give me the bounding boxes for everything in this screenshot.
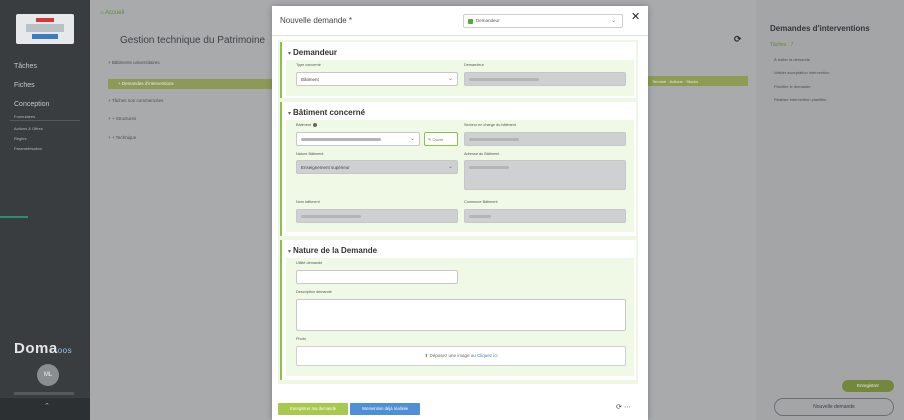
secteur-label: Secteur en charge du bâtiment	[464, 123, 516, 127]
info-icon	[312, 123, 317, 127]
sidebar-collapse-bar[interactable]: ⌃	[0, 398, 90, 420]
section-title[interactable]: ▾ Bâtiment concerné	[288, 108, 365, 117]
adresse-field	[464, 160, 626, 190]
edit-icon: ✎	[428, 137, 432, 142]
close-icon[interactable]: ✕	[631, 12, 640, 23]
section-nature: ▾ Nature de la Demande Utilité demande De…	[280, 240, 636, 380]
utilite-input[interactable]	[296, 270, 458, 284]
tree-item[interactable]: + Tâches non commencées	[108, 98, 163, 103]
brand-logo: Domaoos	[14, 340, 73, 357]
adresse-label: Adresse du Bâtiment	[464, 152, 500, 156]
sidebar-item-fiches[interactable]: Fiches	[14, 82, 35, 89]
tree-item[interactable]: + + Structures	[108, 116, 136, 121]
sidebar-username-placeholder	[14, 392, 74, 395]
right-panel	[756, 0, 904, 420]
tree-item[interactable]: + + Technique	[108, 135, 136, 140]
section-title[interactable]: ▾ Demandeur	[288, 48, 337, 57]
accent-strip	[0, 216, 28, 218]
right-panel-item[interactable]: Planifier le demande	[774, 84, 810, 89]
register-request-button[interactable]: Enregistrer ma demande	[278, 403, 348, 415]
commune-label: Commune Bâtiment	[464, 200, 498, 204]
new-request-modal: Nouvelle demande * Demandeur ⌄ ✕ ▾ Demand…	[272, 6, 648, 420]
modal-footer: Enregistrer ma demande Intervention déjà…	[272, 400, 648, 420]
tree-item-selected[interactable]: + Demandes d'interventions	[108, 79, 274, 89]
enregistrer-button[interactable]: Enregistrer	[842, 380, 894, 392]
sidebar-subitem[interactable]: Formulaires	[14, 114, 35, 119]
section-batiment: ▾ Bâtiment concerné Bâtiment ⌄ ✎ Ouvrir S…	[280, 102, 636, 236]
chevron-down-icon: ⌄	[409, 136, 415, 142]
user-avatar[interactable]: ML	[37, 364, 59, 386]
nature-batiment-label: Nature Bâtiment	[296, 152, 324, 156]
upload-icon: ⬆	[424, 353, 429, 358]
modal-body: ▾ Demandeur Type concerné Bâtiment ⌄ Deman…	[278, 40, 638, 384]
description-label: Description demande	[296, 290, 332, 294]
page-title: Gestion technique du Patrimoine	[120, 35, 266, 46]
description-textarea[interactable]	[296, 299, 626, 331]
commune-field	[464, 209, 626, 223]
sidebar-subitem[interactable]: Paramétrisation	[14, 146, 42, 151]
new-request-button[interactable]: Nouvelle demande	[774, 398, 894, 416]
sidebar-subitem[interactable]: Actions & Offres	[14, 126, 43, 131]
refresh-icon[interactable]: ⟳	[734, 34, 742, 45]
chevron-down-icon: ⌄	[610, 18, 616, 24]
utilite-label: Utilité demande	[296, 261, 323, 265]
ouvrir-button[interactable]: ✎ Ouvrir	[424, 132, 458, 146]
right-panel-item[interactable]: Réaliser intervention planifiée	[774, 97, 826, 102]
breadcrumb[interactable]: ⌂ Accueil	[100, 10, 124, 16]
chevron-down-icon: ⌄	[447, 164, 453, 170]
right-panel-item[interactable]: À traiter la demande	[774, 57, 810, 62]
photo-label: Photo	[296, 337, 306, 341]
section-title[interactable]: ▾ Nature de la Demande	[288, 246, 377, 255]
status-dot-icon	[468, 19, 473, 24]
modal-title: Nouvelle demande *	[280, 16, 353, 25]
demandeur-label: Demandeur	[464, 63, 484, 67]
modal-header: Nouvelle demande * Demandeur ⌄ ✕	[272, 6, 648, 36]
footer-actions: ⟳ ⋯	[616, 403, 631, 411]
type-select[interactable]: Bâtiment ⌄	[296, 72, 458, 86]
chevron-up-icon[interactable]: ⌃	[44, 402, 50, 410]
refresh-icon[interactable]: ⟳	[616, 404, 622, 411]
batiment-select[interactable]: ⌄	[296, 132, 420, 146]
batiment-label: Bâtiment	[296, 123, 317, 127]
nom-batiment-field	[296, 209, 458, 223]
more-icon[interactable]: ⋯	[624, 404, 631, 411]
chevron-down-icon: ⌄	[447, 76, 453, 82]
tree-item[interactable]: + Bâtiments universitaires	[108, 60, 160, 65]
sidebar-item-taches[interactable]: Tâches	[14, 63, 37, 70]
right-panel-subtitle: Tâches : 7	[770, 42, 794, 48]
right-panel-title: Demandes d'interventions	[770, 24, 870, 33]
right-panel-item[interactable]: Valider acceptation intervention	[774, 70, 830, 75]
role-select[interactable]: Demandeur ⌄	[463, 14, 623, 28]
secteur-field	[464, 132, 626, 146]
left-sidebar: Tâches Fiches Conception Formulaires Act…	[0, 0, 90, 420]
demandeur-field	[464, 72, 626, 86]
nature-batiment-select: Enseignement supérieur ⌄	[296, 160, 458, 174]
org-logo	[16, 14, 74, 44]
section-demandeur: ▾ Demandeur Type concerné Bâtiment ⌄ Deman…	[280, 42, 636, 98]
nom-batiment-label: Nom bâtiment	[296, 200, 320, 204]
photo-dropzone[interactable]: ⬆ Déposez une image ou Cliquez ici	[296, 346, 626, 366]
status-tags[interactable]: Terminé · Actions · Stocks	[648, 76, 748, 86]
role-select-value: Demandeur	[476, 18, 500, 23]
click-here-link[interactable]: Cliquez ici	[477, 353, 498, 358]
sidebar-subitem[interactable]: Règles	[14, 136, 26, 141]
type-label: Type concerné	[296, 63, 321, 67]
already-done-button[interactable]: Intervention déjà réalisée	[350, 403, 420, 415]
sidebar-item-conception[interactable]: Conception	[14, 101, 49, 108]
